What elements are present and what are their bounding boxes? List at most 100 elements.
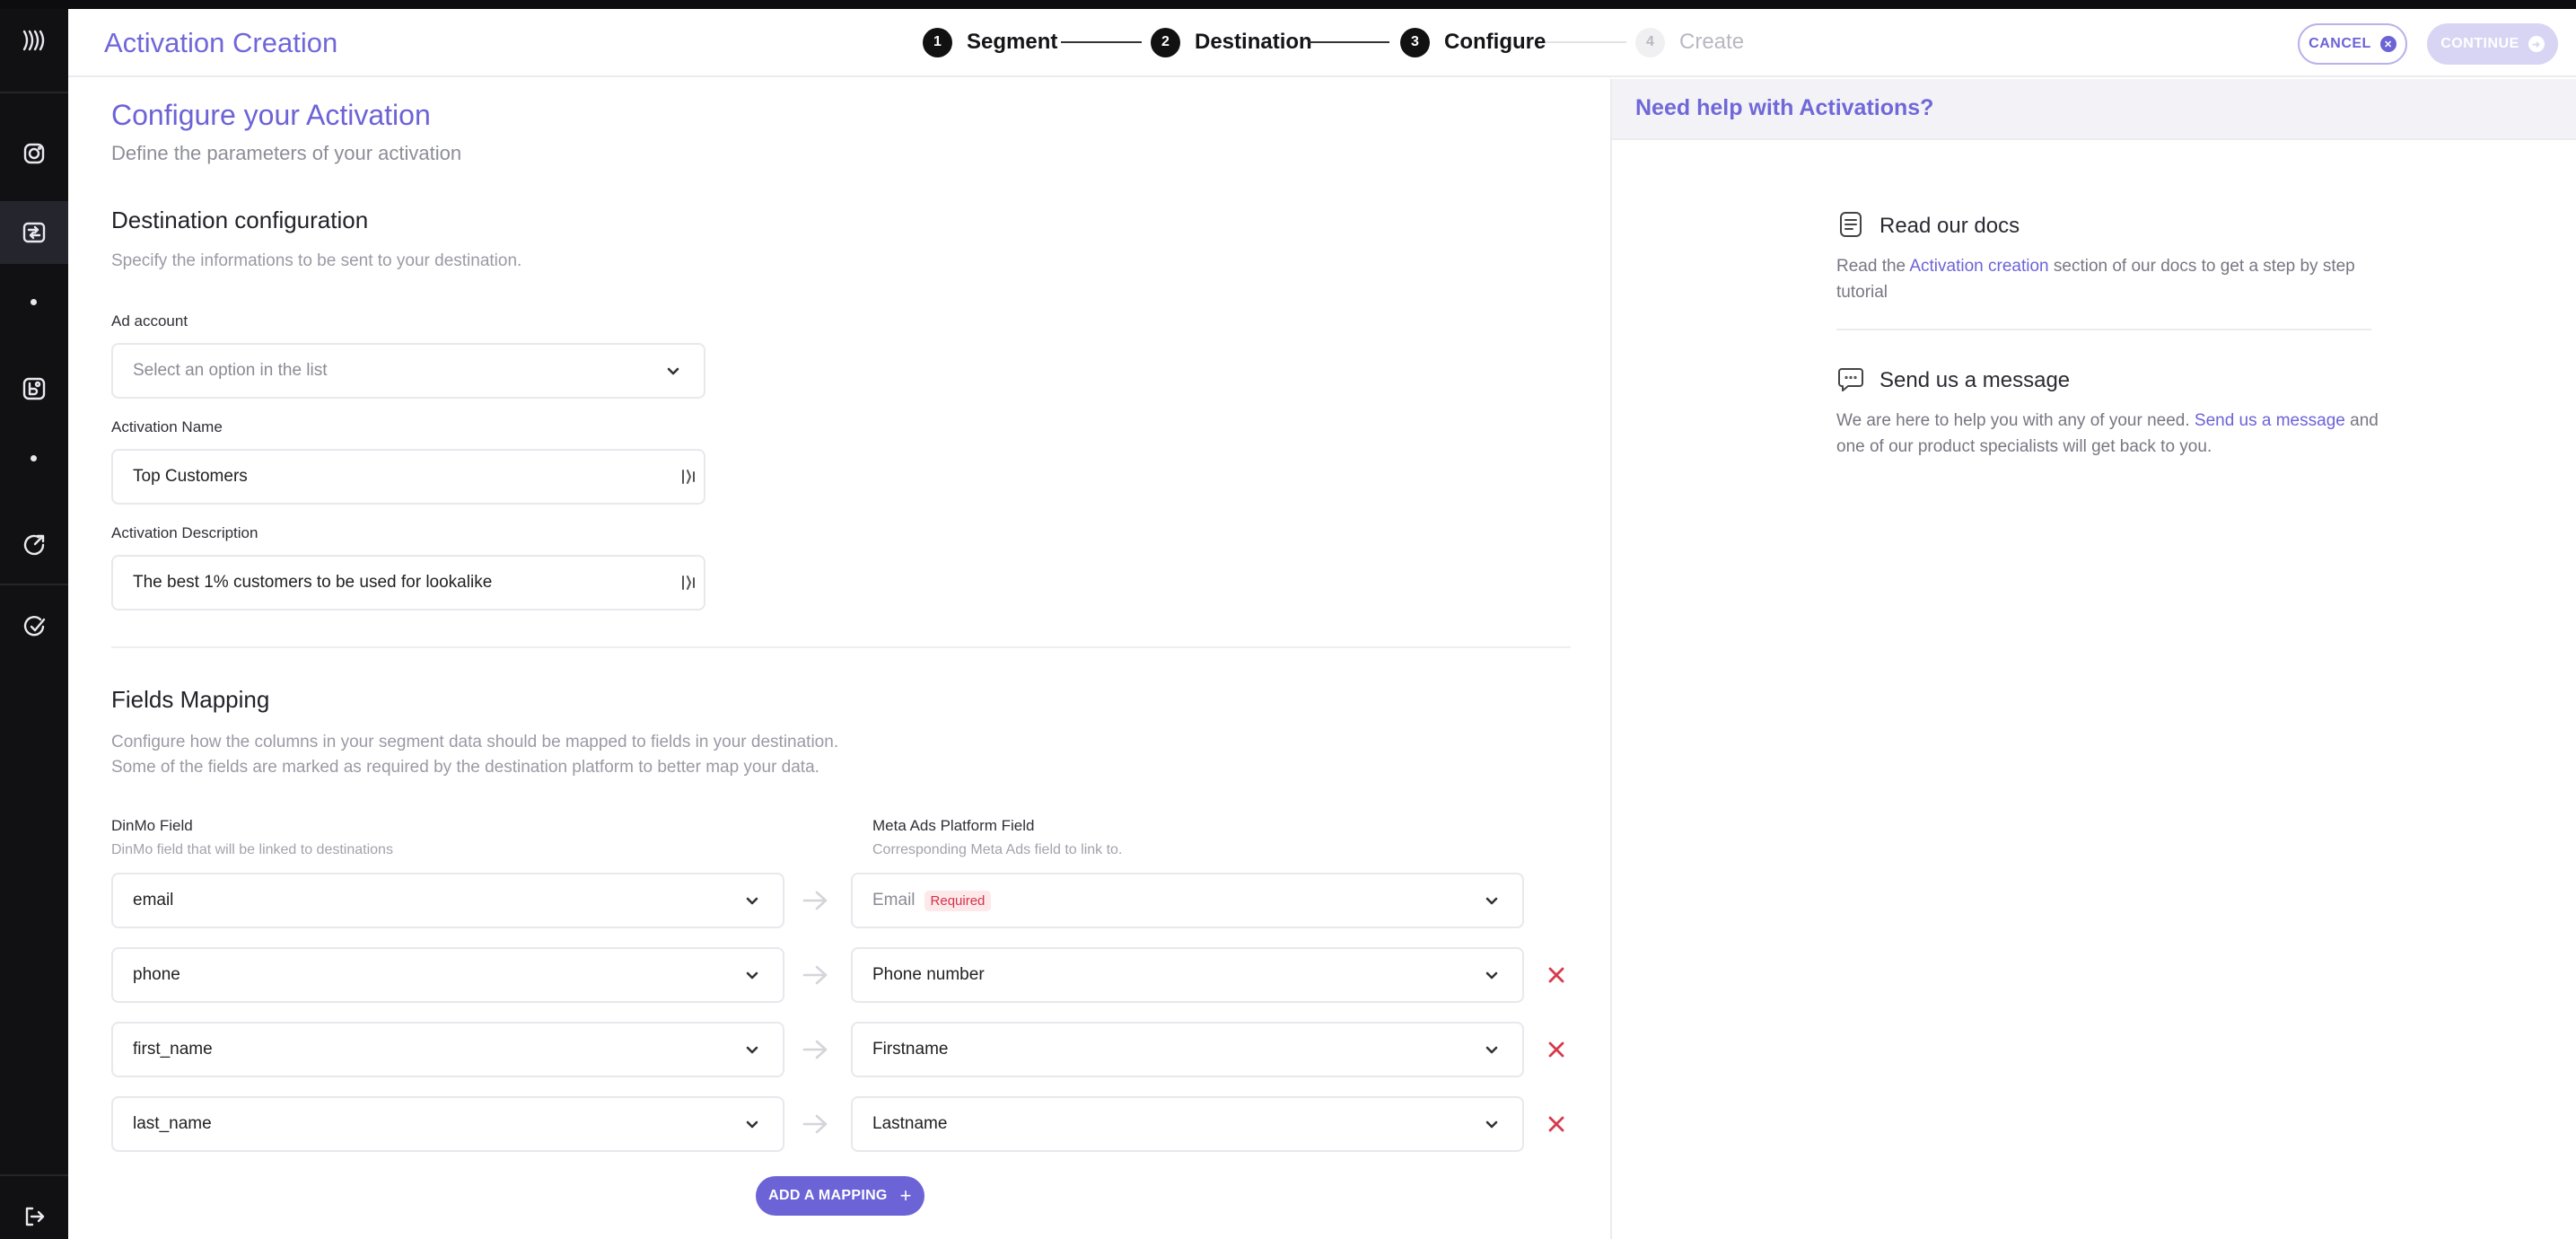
variable-icon[interactable]: [679, 467, 698, 487]
chevron-down-icon: [666, 364, 680, 378]
step-destination[interactable]: 2 Destination: [1151, 27, 1312, 57]
step-connector: [1061, 41, 1142, 43]
dinmo-field-select[interactable]: first_name: [111, 1022, 784, 1077]
instagram-icon[interactable]: [0, 122, 68, 185]
step-label: Create: [1679, 30, 1745, 54]
step-connector: [1546, 41, 1626, 43]
ad-account-select[interactable]: Select an option in the list: [111, 343, 705, 399]
arrow-right-icon: ➜: [2528, 36, 2545, 52]
fields-mapping-title: Fields Mapping: [111, 686, 270, 713]
arrow-right-icon: [802, 1112, 829, 1136]
variable-icon[interactable]: [679, 573, 698, 593]
meta-field-select[interactable]: Firstname: [851, 1022, 1524, 1077]
sidebar-divider: [0, 584, 68, 585]
add-mapping-button[interactable]: ADD A MAPPING +: [756, 1176, 924, 1216]
analytics-icon[interactable]: [0, 594, 68, 657]
meta-field-value: Firstname: [872, 1040, 949, 1059]
segments-icon[interactable]: [0, 357, 68, 420]
step-create: 4 Create: [1635, 27, 1744, 57]
sidebar-divider: [0, 92, 68, 93]
help-divider: [1836, 329, 2371, 330]
arrow-right-icon: [802, 963, 829, 987]
dinmo-field-select[interactable]: email: [111, 873, 784, 928]
send-message-link[interactable]: Send us a message: [2195, 411, 2345, 430]
section-divider: [111, 646, 1571, 648]
destination-config-description: Specify the informations to be sent to y…: [111, 251, 522, 270]
close-icon: ✕: [2379, 36, 2396, 52]
docs-text-before: Read the: [1836, 257, 1910, 276]
main-content: Configure your Activation Define the par…: [68, 79, 1610, 1239]
delete-mapping-icon[interactable]: [1544, 1112, 1569, 1137]
meta-field-header: Meta Ads Platform Field: [872, 817, 1035, 834]
meta-field-value: Lastname: [872, 1114, 948, 1133]
dinmo-field-select[interactable]: phone: [111, 947, 784, 1003]
cancel-button[interactable]: CANCEL ✕: [2298, 23, 2407, 65]
dinmo-field-select[interactable]: last_name: [111, 1096, 784, 1152]
fields-mapping-description-1: Configure how the columns in your segmen…: [111, 733, 839, 751]
sidebar-divider: [0, 1174, 68, 1176]
page-subtitle: Define the parameters of your activation: [111, 142, 462, 164]
dinmo-field-value: phone: [133, 965, 180, 984]
activation-description-label: Activation Description: [111, 524, 258, 541]
top-header: Activation Creation 1 Segment 2 Destinat…: [68, 9, 2576, 77]
chevron-down-icon: [745, 1117, 759, 1131]
message-text: We are here to help you with any of your…: [1836, 408, 2384, 460]
step-number: 2: [1151, 27, 1180, 57]
help-header: Need help with Activations?: [1612, 79, 2576, 140]
meta-field-value: Email: [872, 891, 916, 909]
chevron-down-icon: [745, 1042, 759, 1057]
chevron-down-icon: [1485, 1117, 1499, 1131]
logout-icon[interactable]: [0, 1185, 68, 1239]
message-title: Send us a message: [1879, 368, 2071, 392]
activation-description-input[interactable]: The best 1% customers to be used for loo…: [111, 555, 705, 611]
page-header-title: Activation Creation: [104, 27, 338, 58]
activation-name-label: Activation Name: [111, 418, 223, 435]
docs-title: Read our docs: [1879, 214, 2020, 238]
continue-button[interactable]: CONTINUE ➜: [2427, 23, 2558, 65]
activation-description-value: The best 1% customers to be used for loo…: [133, 573, 493, 592]
step-number: 3: [1400, 27, 1430, 57]
step-segment[interactable]: 1 Segment: [923, 27, 1057, 57]
document-icon: [1836, 210, 1865, 239]
arrow-right-icon: [802, 1038, 829, 1061]
activation-name-value: Top Customers: [133, 467, 248, 486]
meta-field-subheader: Corresponding Meta Ads field to link to.: [872, 842, 1123, 857]
meta-field-value: Phone number: [872, 965, 985, 984]
help-panel: Need help with Activations? Read our doc…: [1610, 79, 2576, 1239]
ad-account-placeholder: Select an option in the list: [133, 361, 328, 380]
delete-mapping-icon[interactable]: [1544, 962, 1569, 988]
top-stripe: [0, 0, 2576, 9]
step-label: Segment: [967, 30, 1058, 54]
meta-field-select[interactable]: Lastname: [851, 1096, 1524, 1152]
ad-account-label: Ad account: [111, 312, 188, 330]
step-configure[interactable]: 3 Configure: [1400, 27, 1546, 57]
meta-field-select[interactable]: Email Required: [851, 873, 1524, 928]
dinmo-field-value: first_name: [133, 1040, 213, 1059]
refresh-icon[interactable]: [0, 514, 68, 576]
continue-label: CONTINUE: [2440, 36, 2519, 51]
step-label: Destination: [1195, 30, 1312, 54]
chevron-down-icon: [745, 893, 759, 908]
logo-icon[interactable]: [0, 9, 68, 72]
meta-field-select[interactable]: Phone number: [851, 947, 1524, 1003]
dinmo-field-subheader: DinMo field that will be linked to desti…: [111, 842, 393, 857]
activation-creation-link[interactable]: Activation creation: [1909, 257, 2048, 276]
dinmo-field-header: DinMo Field: [111, 817, 193, 834]
step-number: 1: [923, 27, 952, 57]
destination-config-title: Destination configuration: [111, 206, 369, 233]
cancel-label: CANCEL: [2309, 36, 2371, 51]
step-number: 4: [1635, 27, 1665, 57]
fields-mapping-description-2: Some of the fields are marked as require…: [111, 758, 819, 777]
arrow-right-icon: [802, 889, 829, 912]
activation-name-input[interactable]: Top Customers: [111, 449, 705, 505]
chat-icon: [1836, 365, 1865, 393]
add-mapping-label: ADD A MAPPING: [768, 1188, 888, 1203]
chevron-down-icon: [1485, 893, 1499, 908]
dinmo-field-value: last_name: [133, 1114, 212, 1133]
page-title: Configure your Activation: [111, 99, 431, 131]
delete-mapping-icon[interactable]: [1544, 1037, 1569, 1062]
activations-icon[interactable]: [0, 201, 68, 264]
chevron-down-icon: [1485, 1042, 1499, 1057]
chevron-down-icon: [1485, 968, 1499, 982]
chevron-down-icon: [745, 968, 759, 982]
